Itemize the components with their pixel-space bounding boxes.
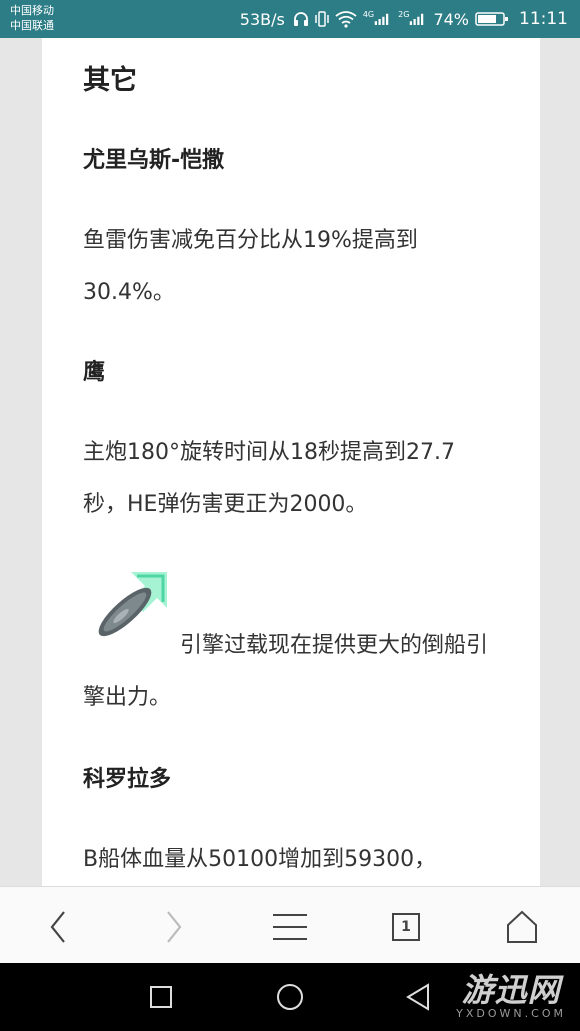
signal-strength-icon: [410, 13, 424, 25]
chevron-right-icon: [167, 911, 182, 943]
system-home-button[interactable]: [270, 977, 310, 1017]
wifi-icon: [335, 11, 357, 28]
square-icon: [150, 986, 172, 1008]
chevron-left-icon: [50, 911, 65, 943]
ship-name-colorado: 科罗拉多: [83, 767, 172, 792]
carrier-info: 中国移动 中国联通: [10, 3, 54, 33]
circle-icon: [277, 984, 303, 1010]
carrier-2: 中国联通: [10, 19, 54, 32]
ship-name-eagle: 鹰: [83, 360, 106, 385]
watermark: 游迅网 YXDOWN.COM: [456, 973, 566, 1020]
browser-toolbar: 1: [0, 886, 580, 964]
system-back-button[interactable]: [398, 977, 438, 1017]
headset-icon: [293, 12, 308, 26]
signal-strength-icon: [374, 13, 389, 25]
forward-button[interactable]: [152, 905, 196, 949]
home-button[interactable]: [500, 905, 544, 949]
recent-apps-button[interactable]: [141, 977, 181, 1017]
vibrate-icon: [315, 11, 329, 27]
section-title: 其它: [83, 65, 137, 96]
network-speed: 53B/s: [239, 9, 285, 29]
watermark-url: YXDOWN.COM: [456, 1007, 566, 1020]
paragraph-eagle: 主炮180°旋转时间从18秒提高到27.7秒，HE弹伤害更正为2000。: [83, 440, 455, 517]
tabs-icon: 1: [392, 913, 420, 941]
signal-1: 4G: [363, 10, 392, 28]
ship-name-julius-caesar: 尤里乌斯-恺撒: [83, 148, 225, 173]
menu-button[interactable]: [268, 905, 312, 949]
back-button[interactable]: [36, 905, 80, 949]
net-type-1: 4G: [362, 10, 375, 19]
battery-icon: [475, 12, 508, 26]
carrier-1: 中国移动: [10, 4, 54, 17]
signal-2: 2G: [398, 10, 427, 28]
status-icons: 53B/s 4G 2G 74% 11:11: [240, 0, 568, 38]
system-navigation-bar: 游迅网 YXDOWN.COM: [0, 963, 580, 1031]
watermark-logo: 游迅网: [461, 971, 561, 1009]
triangle-back-icon: [406, 983, 429, 1011]
menu-icon: [273, 914, 307, 940]
tab-count: 1: [401, 919, 411, 935]
net-type-2: 2G: [398, 10, 410, 19]
clock: 11:11: [519, 9, 568, 29]
article-content: 其它 尤里乌斯-恺撒 鱼雷伤害减免百分比从19%提高到30.4%。 鹰 主炮18…: [42, 38, 540, 886]
paragraph-engine-boost: 引擎过载现在提供更大的倒船引擎出力。: [83, 633, 489, 710]
battery-percent: 74%: [433, 9, 469, 29]
home-icon: [507, 910, 537, 943]
paragraph-colorado: B船体血量从50100增加到59300，: [83, 847, 437, 872]
status-bar: 中国移动 中国联通 53B/s 4G 2G 74% 11:11: [0, 0, 580, 38]
paragraph-julius-caesar: 鱼雷伤害减免百分比从19%提高到30.4%。: [83, 228, 418, 305]
tabs-button[interactable]: 1: [384, 905, 428, 949]
